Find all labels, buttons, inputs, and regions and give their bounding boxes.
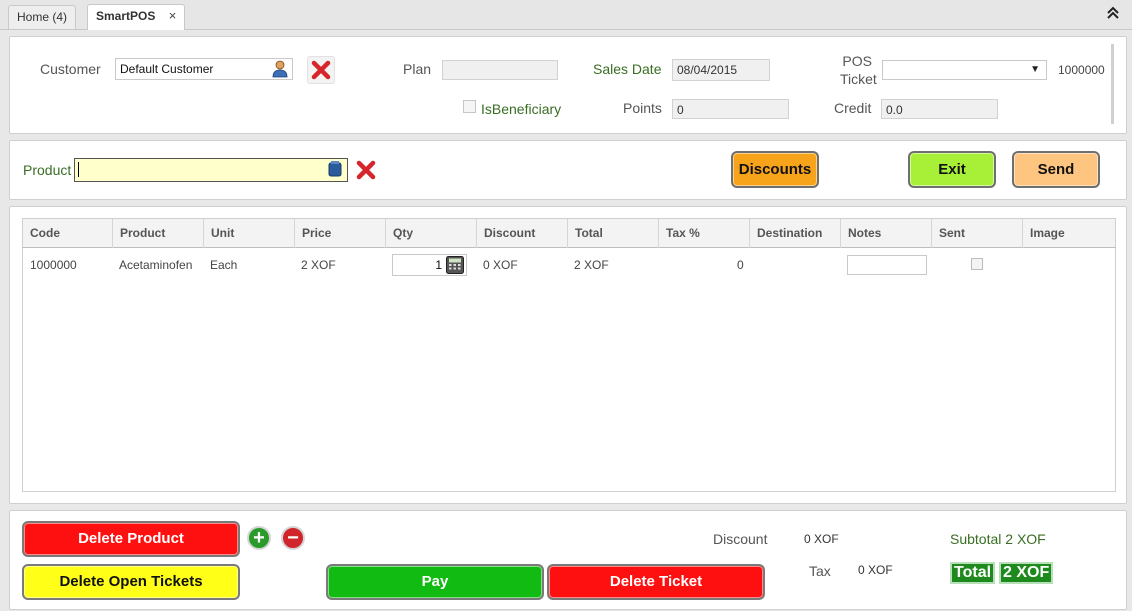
ticket-number: 1000000 — [1058, 63, 1105, 77]
column-header-price[interactable]: Price — [295, 219, 386, 248]
person-icon[interactable] — [272, 60, 288, 81]
plan-label: Plan — [403, 61, 432, 77]
column-header-unit[interactable]: Unit — [204, 219, 295, 248]
points-value: 0 — [677, 103, 684, 117]
tab-home-label: Home (4) — [17, 10, 68, 24]
cell-unit: Each — [210, 258, 238, 272]
is-beneficiary-label: IsBeneficiary — [481, 101, 562, 117]
column-header-tax[interactable]: Tax % — [659, 219, 750, 248]
text-cursor — [78, 162, 79, 177]
credit-field[interactable]: 0.0 — [881, 99, 998, 119]
column-header-total[interactable]: Total — [568, 219, 659, 248]
cell-qty: 1 — [435, 258, 442, 272]
pos-ticket-label-line1: POS — [842, 53, 872, 69]
column-header-image[interactable]: Image — [1023, 219, 1115, 248]
pos-ticket-label-line2: Ticket — [840, 71, 877, 87]
calculator-icon[interactable] — [446, 256, 464, 277]
total-value: 2 XOF — [999, 562, 1054, 584]
discounts-button[interactable]: Discounts — [731, 151, 819, 188]
column-header-product[interactable]: Product — [113, 219, 204, 248]
product-label: Product — [23, 162, 72, 178]
pay-button[interactable]: Pay — [326, 564, 544, 600]
column-header-discount[interactable]: Discount — [477, 219, 568, 248]
credit-label: Credit — [834, 100, 872, 116]
cell-price: 2 XOF — [301, 258, 336, 272]
points-label: Points — [623, 100, 662, 116]
table-header: Code Product Unit Price Qty Discount Tot… — [22, 218, 1116, 248]
minus-icon[interactable]: − — [281, 526, 305, 550]
cell-tax: 0 — [737, 258, 744, 272]
clear-customer-button[interactable] — [307, 56, 335, 84]
column-header-code[interactable]: Code — [23, 219, 113, 248]
header-scrollbar[interactable] — [1111, 44, 1114, 124]
tab-home[interactable]: Home (4) — [8, 5, 77, 29]
tax-value: 0 XOF — [858, 563, 893, 577]
discount-label: Discount — [713, 531, 768, 547]
plan-field[interactable] — [442, 60, 558, 80]
customer-panel — [9, 36, 1127, 134]
is-beneficiary-checkbox[interactable] — [463, 100, 476, 113]
cell-discount: 0 XOF — [483, 258, 518, 272]
table-body — [22, 248, 1116, 492]
send-button[interactable]: Send — [1012, 151, 1100, 188]
sales-date-label: Sales Date — [593, 61, 662, 77]
blue-square-icon[interactable] — [328, 161, 342, 180]
points-field[interactable]: 0 — [672, 99, 789, 119]
tax-label: Tax — [809, 563, 831, 579]
customer-field[interactable]: Default Customer — [115, 58, 293, 80]
cell-product: Acetaminofen — [119, 258, 193, 272]
total-label: Total — [950, 562, 996, 584]
delete-ticket-button[interactable]: Delete Ticket — [547, 564, 765, 600]
exit-button[interactable]: Exit — [908, 151, 996, 188]
close-tab-icon[interactable]: × — [169, 8, 177, 23]
sent-checkbox[interactable] — [971, 258, 983, 270]
column-header-qty[interactable]: Qty — [386, 219, 477, 248]
plus-icon[interactable]: + — [247, 526, 271, 550]
discount-value: 0 XOF — [804, 532, 839, 546]
customer-value: Default Customer — [120, 62, 214, 76]
tab-bar: Home (4) SmartPOS × — [0, 0, 1132, 30]
sales-date-value: 08/04/2015 — [677, 63, 738, 77]
red-x-icon — [356, 160, 376, 180]
product-input[interactable] — [74, 158, 348, 182]
column-header-sent[interactable]: Sent — [932, 219, 1023, 248]
column-header-destination[interactable]: Destination — [750, 219, 841, 248]
pos-ticket-label: POS Ticket — [840, 52, 877, 88]
sales-date-field[interactable]: 08/04/2015 — [672, 59, 770, 81]
cell-code: 1000000 — [30, 258, 77, 272]
customer-label: Customer — [40, 61, 101, 77]
pos-ticket-select[interactable]: ▼ — [882, 60, 1047, 80]
column-header-notes[interactable]: Notes — [841, 219, 932, 248]
subtotal-text: Subtotal 2 XOF — [950, 531, 1046, 547]
cell-total: 2 XOF — [574, 258, 609, 272]
notes-input[interactable] — [847, 255, 927, 275]
double-chevron-up-icon[interactable] — [1106, 6, 1120, 23]
delete-product-button[interactable]: Delete Product — [22, 521, 240, 557]
credit-value: 0.0 — [886, 103, 903, 117]
tab-smartpos-label: SmartPOS — [96, 9, 156, 23]
dropdown-arrow-icon: ▼ — [1030, 64, 1040, 75]
red-x-icon — [311, 60, 331, 80]
clear-product-button[interactable] — [354, 158, 378, 185]
tab-smartpos[interactable]: SmartPOS × — [87, 4, 186, 30]
delete-open-tickets-button[interactable]: Delete Open Tickets — [22, 564, 240, 600]
